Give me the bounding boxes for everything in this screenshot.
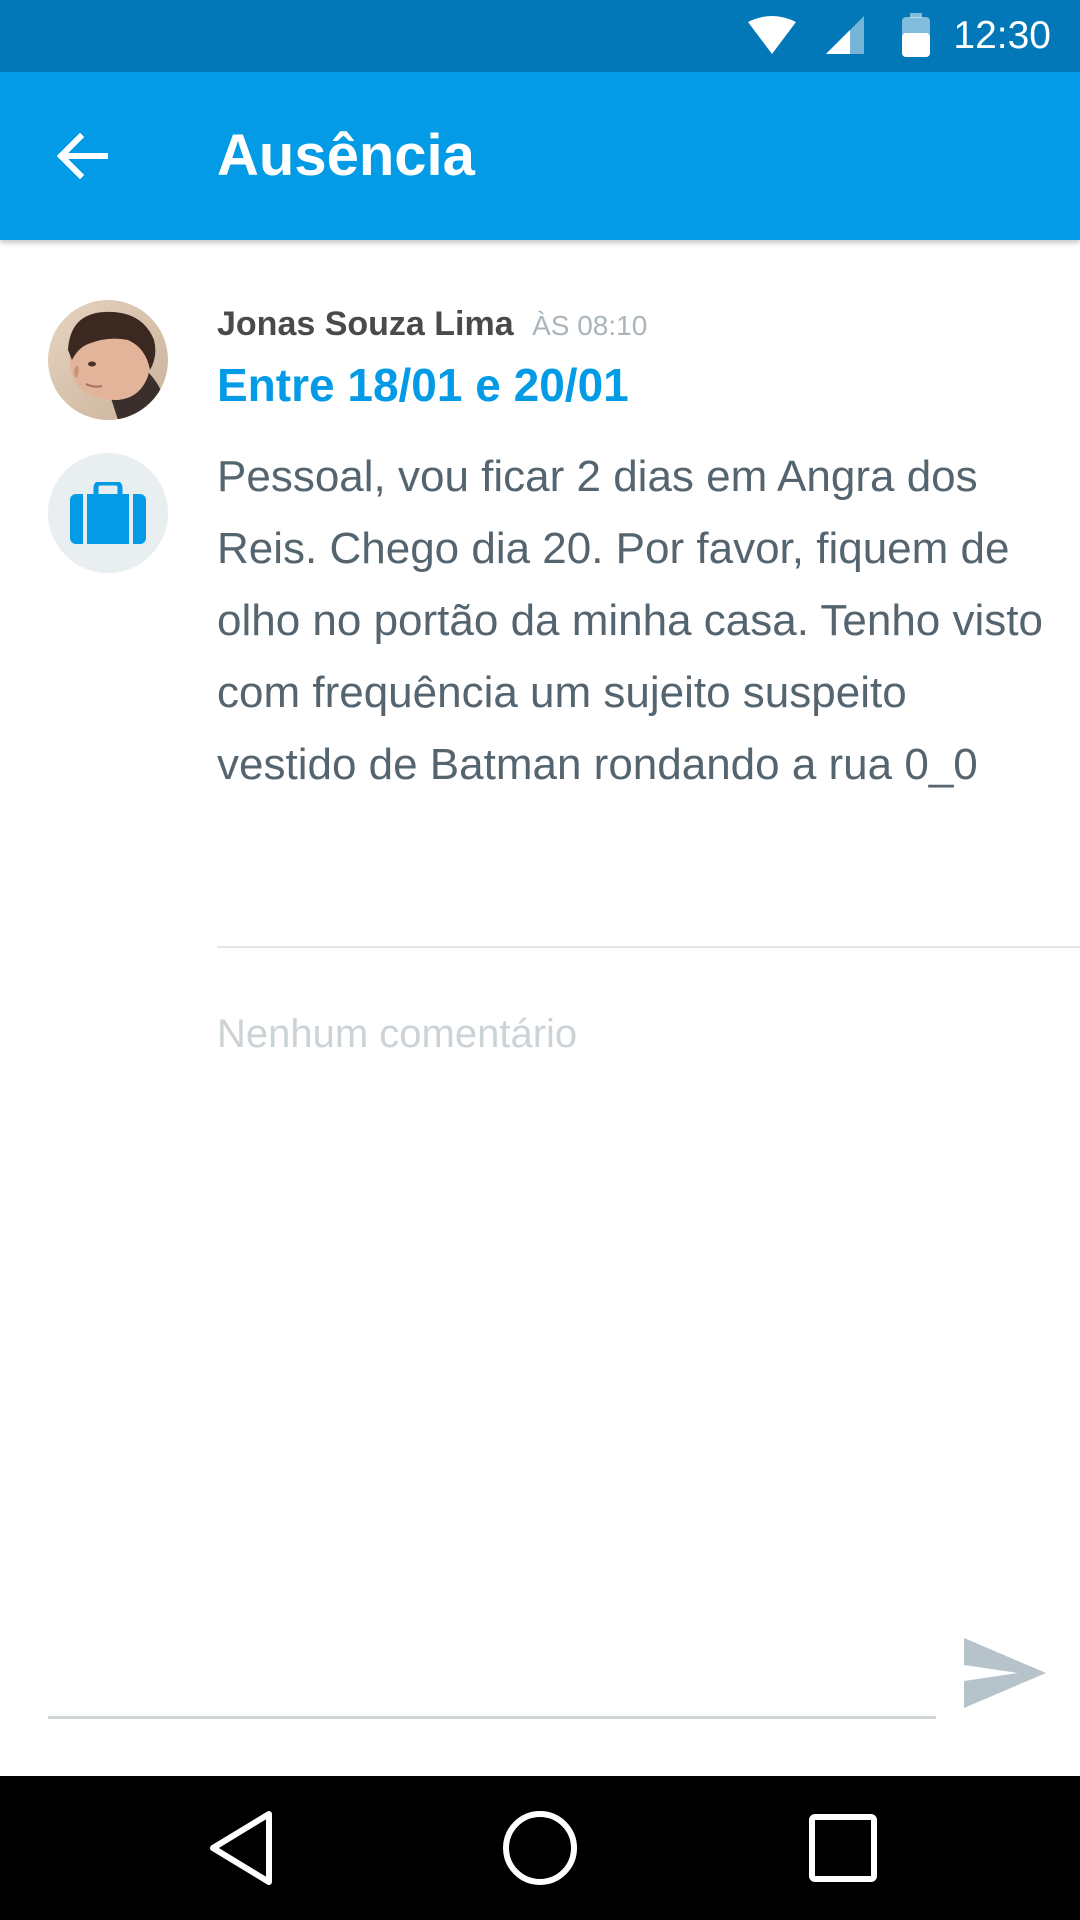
no-comments-text: Nenhum comentário [217,1012,578,1056]
post-time: ÀS 08:10 [532,310,648,341]
back-triangle-icon [210,1811,272,1885]
comment-input[interactable] [48,1640,936,1719]
cell-signal-icon [826,16,864,54]
nav-recents-button[interactable] [793,1798,893,1898]
home-circle-icon [503,1811,577,1885]
wifi-icon [748,16,796,54]
app-bar: Ausência [0,72,1080,240]
arrow-left-icon [56,133,108,179]
battery-icon [902,13,930,57]
status-bar: 12:30 [0,0,1080,72]
divider [217,946,1080,948]
category-badge [48,453,168,573]
nav-home-button[interactable] [490,1798,590,1898]
nav-back-button[interactable] [191,1798,291,1898]
status-time: 12:30 [953,14,1051,57]
page-title: Ausência [217,123,475,188]
back-button[interactable] [40,114,124,198]
avatar[interactable] [48,300,168,420]
send-icon [964,1638,1046,1708]
post-header: Jonas Souza Lima ÀS 08:10 [217,305,647,344]
avatar-image [48,300,168,420]
screen: 12:30 Ausência Jonas Souza Lima ÀS 08:10… [0,0,1080,1920]
post-body: Pessoal, vou ficar 2 dias em Angra dos R… [217,452,1043,789]
nav-bar [0,1776,1080,1920]
date-range: Entre 18/01 e 20/01 [217,359,629,411]
send-button[interactable] [955,1628,1055,1718]
author-name: Jonas Souza Lima [217,305,514,343]
recents-square-icon [809,1814,877,1882]
briefcase-icon [70,482,146,544]
